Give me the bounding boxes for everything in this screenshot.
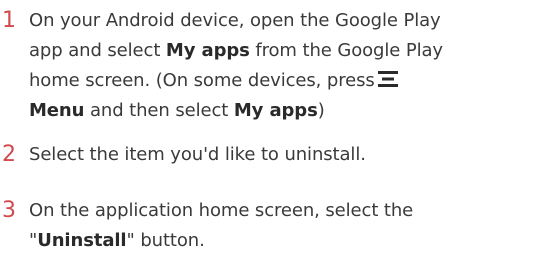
step-text: On your Android device, open the Google …	[29, 6, 549, 126]
uninstall-emphasis: Uninstall	[37, 230, 127, 251]
menu-emphasis: Menu	[29, 100, 85, 121]
step-text: Select the item you'd like to uninstall.	[29, 140, 549, 170]
step-number: 2	[2, 142, 16, 167]
step-3-line-2: "Uninstall" button.	[29, 230, 205, 251]
menu-icon	[377, 71, 398, 87]
step-text: On the application home screen, select t…	[29, 196, 549, 256]
step-1-line-4: Menu and then select My apps)	[29, 100, 325, 121]
step-number: 1	[2, 8, 16, 33]
step-1-line-3: home screen. (On some devices, press	[29, 66, 549, 96]
step-number: 3	[2, 198, 16, 223]
my-apps-emphasis: My apps	[233, 100, 318, 121]
my-apps-emphasis: My apps	[165, 40, 250, 61]
step-3-line-1: On the application home screen, select t…	[29, 200, 414, 221]
step-1-line-1: On your Android device, open the Google …	[29, 10, 441, 31]
step-1-line-2: app and select My apps from the Google P…	[29, 40, 443, 61]
step-2-line-1: Select the item you'd like to uninstall.	[29, 144, 366, 165]
